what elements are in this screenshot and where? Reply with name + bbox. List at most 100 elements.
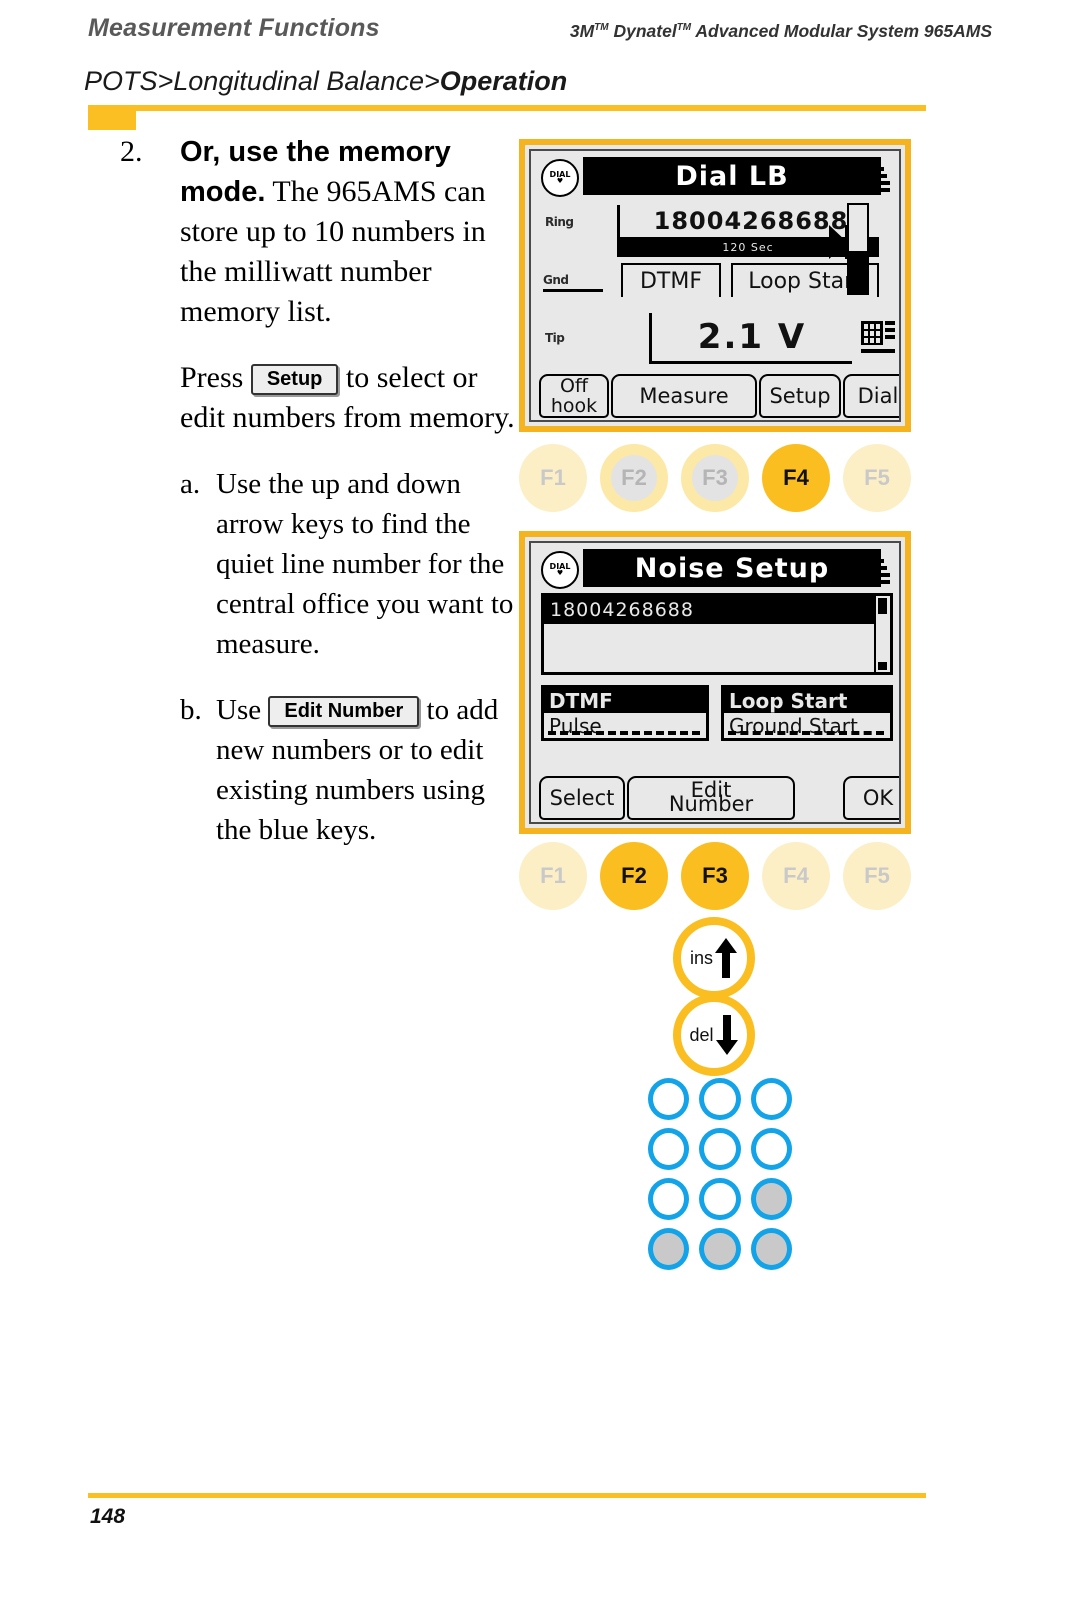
step-b: b. Use Edit Number to add new numbers or… — [180, 690, 520, 850]
softkey-off-hook[interactable]: Off hook — [539, 374, 609, 418]
delete-down-arrow-key[interactable]: del — [673, 994, 755, 1076]
lcd1-voltage-reading: 2.1 V — [649, 313, 852, 364]
dial-mode-dashed-rule — [548, 731, 700, 735]
product-title: 3MTM DynatelTM Advanced Modular System 9… — [570, 21, 992, 42]
fkey-f4-row1[interactable]: F4 — [762, 444, 830, 512]
step-2-press-text: Press Setup to select or edit numbers fr… — [180, 358, 520, 438]
fkey-f2-row1-label: F2 — [611, 455, 657, 501]
gnd-lead-line — [543, 289, 603, 292]
footer-rule — [88, 1493, 926, 1498]
keypad-row-3 — [648, 1178, 792, 1220]
dial-badge-line2: ♥ — [556, 177, 564, 185]
softkey-edit-number[interactable]: Edit Number — [627, 776, 795, 820]
section-title: Measurement Functions — [88, 14, 380, 42]
header-rule — [88, 105, 926, 111]
fkey-f1-row2[interactable]: F1 — [519, 842, 587, 910]
softkey-select[interactable]: Select — [539, 776, 625, 820]
signal-strength-icon — [860, 159, 890, 195]
softkey-measure[interactable]: Measure — [611, 374, 757, 418]
fkey-f2-row2[interactable]: F2 — [600, 842, 668, 910]
dial-mode-selector[interactable]: DTMF Pulse — [541, 685, 709, 741]
lcd-screen-dial-lb: DIAL ♥ Dial LB Ring Gnd Tip 18004268688 … — [519, 139, 911, 432]
fkey-row-2: F1 F2 F3 F4 F5 — [519, 840, 911, 912]
keypad-key-r2c1[interactable] — [648, 1128, 690, 1170]
keypad-row-2 — [648, 1128, 792, 1170]
fkey-row-1: F1 F2 F3 F4 F5 — [519, 442, 911, 514]
product-model: Advanced Modular System 965AMS — [695, 21, 992, 41]
softkey-setup[interactable]: Setup — [759, 374, 841, 418]
lcd2-softkey-row: Select Edit Number OK — [537, 774, 899, 820]
fkey-f2-row1[interactable]: F2 — [600, 444, 668, 512]
fkey-f3-row1[interactable]: F3 — [681, 444, 749, 512]
arrow-up-icon — [715, 938, 737, 978]
breadcrumb-current: Operation — [439, 66, 568, 96]
softkey-edit-line2: Number — [668, 792, 754, 816]
step-2: 2. Or, use the memory mode. The 965AMS c… — [120, 132, 520, 332]
scrollbar-thumb[interactable] — [878, 598, 887, 614]
lcd2-title: Noise Setup — [583, 549, 881, 587]
manual-page: Measurement Functions 3MTM DynatelTM Adv… — [0, 0, 1080, 1608]
start-mode-option-loop-start[interactable]: Loop Start — [724, 688, 890, 713]
keypad-key-r4c1[interactable] — [648, 1228, 690, 1270]
signal-strength-icon-2 — [860, 551, 890, 587]
breadcrumb-path: POTS>Longitudinal Balance> — [84, 66, 440, 96]
insert-up-arrow-key[interactable]: ins — [673, 917, 755, 999]
dial-mode-option-dtmf[interactable]: DTMF — [544, 688, 706, 713]
level-meter-fill — [849, 250, 867, 293]
lcd1-softkey-row: Off hook Measure Setup Dial — [537, 372, 899, 418]
product-brand: 3M — [569, 21, 595, 41]
fkey-f5-row2[interactable]: F5 — [843, 842, 911, 910]
arrow-down-icon — [715, 1015, 738, 1055]
fkey-f4-row2[interactable]: F4 — [762, 842, 830, 910]
lcd1-label-tip: Tip — [545, 331, 565, 345]
use-pre-label: Use — [216, 694, 262, 726]
keypad-grid-icon — [861, 319, 895, 355]
step-b-marker: b. — [180, 694, 202, 726]
setup-keycap[interactable]: Setup — [250, 364, 339, 395]
instruction-column: 2. Or, use the memory mode. The 965AMS c… — [120, 132, 520, 876]
keypad-row-1 — [648, 1078, 792, 1120]
fkey-f3-row1-label: F3 — [692, 455, 738, 501]
step-a-text: Use the up and down arrow keys to find t… — [216, 468, 514, 660]
keypad-key-r1c2[interactable] — [699, 1078, 741, 1120]
start-mode-selector[interactable]: Loop Start Ground Start — [721, 685, 893, 741]
scrollbar-bottom-arrow[interactable] — [878, 662, 887, 670]
keypad-key-r2c2[interactable] — [699, 1128, 741, 1170]
keypad-key-r1c1[interactable] — [648, 1078, 690, 1120]
lcd1-label-ring: Ring — [545, 215, 574, 229]
level-meter — [847, 203, 869, 295]
header-accent-tab — [88, 105, 136, 130]
numeric-keypad — [648, 1078, 792, 1278]
fkey-f3-row2[interactable]: F3 — [681, 842, 749, 910]
keypad-key-r3c1[interactable] — [648, 1178, 690, 1220]
softkey-dial[interactable]: Dial — [843, 374, 899, 418]
dial-badge-2-line2: ♥ — [556, 569, 564, 577]
memory-number-list[interactable]: 18004268688 — [541, 593, 893, 675]
fkey-f5-row1[interactable]: F5 — [843, 444, 911, 512]
memory-list-selected-row[interactable]: 18004268688 — [544, 596, 874, 624]
dial-badge-icon-2: DIAL ♥ — [541, 551, 579, 589]
keypad-key-r4c3[interactable] — [750, 1228, 792, 1270]
keypad-key-r4c2[interactable] — [699, 1228, 741, 1270]
step-b-text: Use Edit Number to add new numbers or to… — [216, 690, 520, 850]
trademark-symbol-2: TM — [676, 22, 692, 34]
step-2-marker: 2. — [120, 135, 143, 168]
step-a-marker: a. — [180, 468, 201, 500]
edit-number-keycap[interactable]: Edit Number — [268, 696, 420, 727]
del-label: del — [689, 1024, 714, 1045]
keypad-key-r3c3[interactable] — [750, 1178, 792, 1220]
lcd1-mode-dtmf: DTMF — [621, 263, 721, 297]
keypad-key-r3c2[interactable] — [699, 1178, 741, 1220]
keypad-key-r2c3[interactable] — [750, 1128, 792, 1170]
keypad-key-r1c3[interactable] — [750, 1078, 792, 1120]
dial-badge-icon: DIAL ♥ — [541, 159, 579, 197]
fkey-f1-row1[interactable]: F1 — [519, 444, 587, 512]
step-2-text: Or, use the memory mode. The 965AMS can … — [180, 132, 520, 332]
start-mode-dashed-rule — [728, 731, 884, 735]
press-pre-label: Press — [180, 361, 244, 394]
step-a: a. Use the up and down arrow keys to fin… — [180, 464, 520, 664]
list-scrollbar[interactable] — [874, 596, 890, 672]
step-2-press: Press Setup to select or edit numbers fr… — [180, 358, 520, 438]
page-header: Measurement Functions 3MTM DynatelTM Adv… — [88, 14, 992, 48]
softkey-ok[interactable]: OK — [843, 776, 899, 820]
